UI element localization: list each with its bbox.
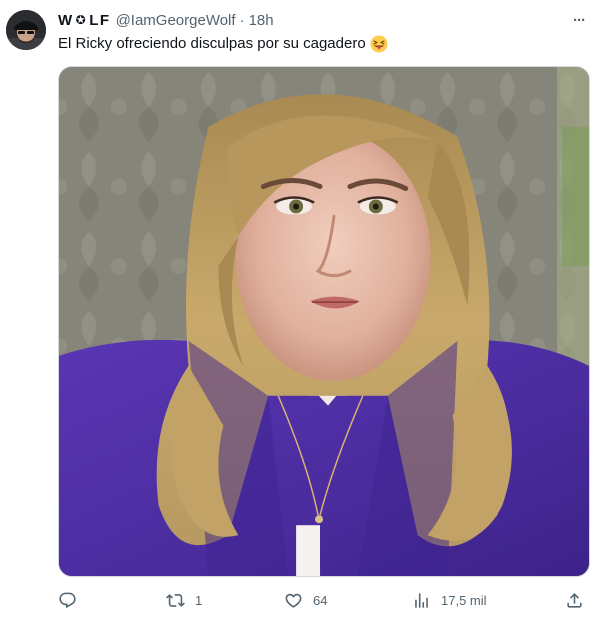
tweet-text-content: El Ricky ofreciendo disculpas por su cag…	[58, 35, 366, 52]
tweet-actions: 1 64 17,5 mil	[58, 588, 592, 612]
avatar-image	[6, 10, 46, 50]
avatar[interactable]	[6, 10, 46, 50]
more-icon: ···	[573, 11, 586, 29]
more-options-button[interactable]: ···	[566, 10, 592, 30]
views-button[interactable]: 17,5 mil	[412, 588, 487, 612]
display-name[interactable]: W ✪ LF	[58, 12, 111, 29]
tweet-header: W ✪ LF @IamGeorgeWolf · 18h	[58, 10, 274, 30]
share-button[interactable]	[565, 588, 584, 612]
views-icon	[415, 592, 428, 608]
like-button[interactable]: 64	[284, 588, 327, 612]
like-count: 64	[313, 592, 328, 608]
gear-icon: ✪	[75, 13, 88, 27]
heart-icon	[285, 593, 302, 608]
display-name-start: W	[58, 11, 74, 29]
retweet-button[interactable]: 1	[166, 588, 202, 612]
photo-woman-purple-jacket	[59, 67, 589, 576]
reply-button[interactable]	[58, 588, 77, 612]
retweet-icon	[166, 593, 185, 607]
tweet-image[interactable]	[58, 66, 590, 577]
tweet-text: El Ricky ofreciendo disculpas por su cag…	[58, 34, 388, 54]
reply-icon	[59, 592, 76, 608]
views-count: 17,5 mil	[441, 592, 487, 608]
tweet[interactable]: W ✪ LF @IamGeorgeWolf · 18h ··· El Ricky…	[0, 0, 602, 620]
squinting-face-with-tongue-icon	[370, 35, 388, 53]
retweet-count: 1	[195, 592, 203, 608]
handle[interactable]: @IamGeorgeWolf	[116, 12, 236, 29]
separator-dot: ·	[239, 11, 245, 29]
timestamp[interactable]: 18h	[249, 12, 274, 29]
display-name-end: LF	[89, 11, 111, 29]
share-icon	[567, 592, 582, 608]
